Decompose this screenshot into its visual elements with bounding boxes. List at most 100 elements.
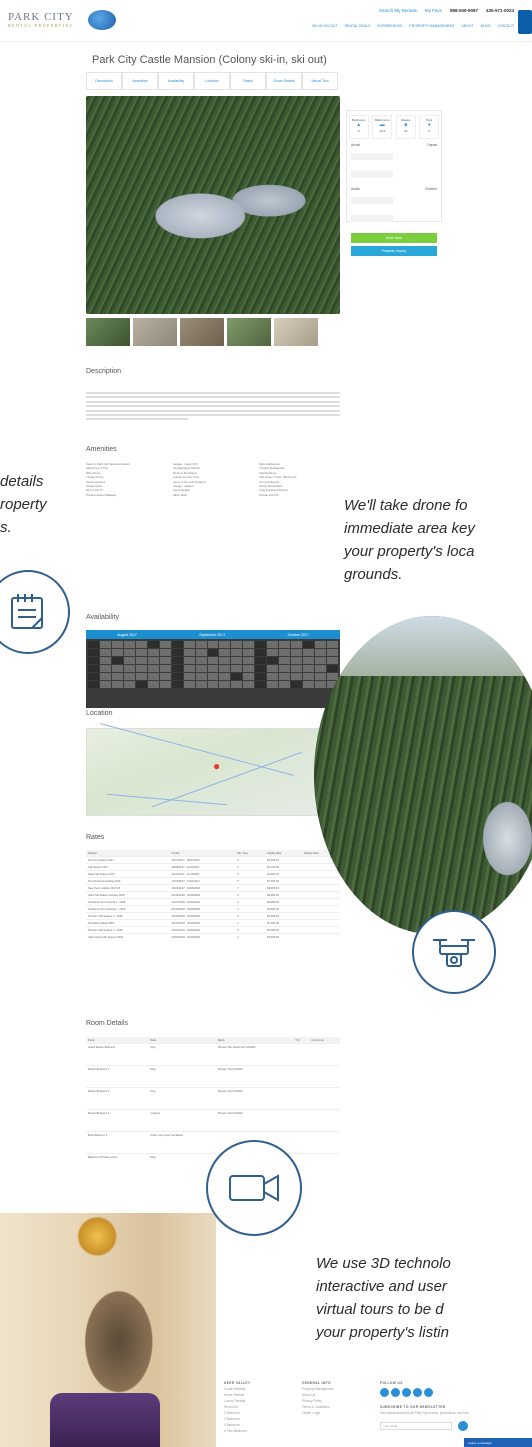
thumbnail[interactable] [86, 318, 130, 346]
calendar-day[interactable] [291, 665, 303, 672]
calendar-day[interactable] [267, 681, 279, 688]
calendar-day[interactable] [159, 649, 171, 656]
calendar-day[interactable] [243, 657, 255, 664]
calendar-day[interactable] [159, 665, 171, 672]
calendar-day[interactable] [88, 649, 99, 656]
calendar-day[interactable] [88, 665, 99, 672]
calendar-day[interactable] [219, 657, 231, 664]
calendar-day[interactable] [255, 673, 267, 680]
calendar-day[interactable] [123, 681, 135, 688]
calendar-day[interactable] [171, 681, 183, 688]
calendar-day[interactable] [195, 681, 207, 688]
calendar-day[interactable] [303, 657, 315, 664]
twitter-icon[interactable] [402, 1388, 411, 1397]
calendar-day[interactable] [279, 665, 291, 672]
chat-widget-bar[interactable]: Leave a message [464, 1438, 532, 1447]
calendar-day[interactable] [183, 673, 195, 680]
calendar-day[interactable] [171, 673, 183, 680]
calendar-day[interactable] [111, 665, 123, 672]
calendar-day[interactable] [159, 681, 171, 688]
calendar-day[interactable] [267, 641, 279, 648]
footer-link[interactable]: Owner Login [302, 1410, 334, 1416]
calendar-day[interactable] [99, 681, 111, 688]
thumbnail[interactable] [133, 318, 177, 346]
nav-item[interactable]: CONTACT [497, 24, 514, 28]
calendar-day[interactable] [315, 681, 327, 688]
calendar-day[interactable] [279, 657, 291, 664]
calendar-day[interactable] [135, 665, 147, 672]
calendar-day[interactable] [231, 681, 243, 688]
calendar-day[interactable] [195, 673, 207, 680]
calendar-day[interactable] [291, 649, 303, 656]
calendar-day[interactable] [291, 641, 303, 648]
calendar-day[interactable] [123, 657, 135, 664]
calendar-day[interactable] [111, 657, 123, 664]
phone-number-alt[interactable]: 435-571-0024 [486, 8, 514, 13]
calendar-month[interactable]: September 2017 [199, 633, 225, 637]
calendar-day[interactable] [231, 657, 243, 664]
tab-amenities[interactable]: Amenities [122, 72, 158, 90]
book-now-button[interactable]: Book Now [351, 233, 437, 243]
calendar-day[interactable] [171, 649, 183, 656]
calendar-day[interactable] [99, 641, 111, 648]
nav-item[interactable]: RENTAL DEALS [345, 24, 371, 28]
calendar-day[interactable] [88, 657, 99, 664]
calendar-day[interactable] [255, 649, 267, 656]
calendar-day[interactable] [171, 641, 183, 648]
calendar-day[interactable] [243, 681, 255, 688]
calendar-day[interactable] [291, 657, 303, 664]
calendar-day[interactable] [231, 673, 243, 680]
calendar-day[interactable] [303, 649, 315, 656]
calendar-day[interactable] [135, 681, 147, 688]
calendar-day[interactable] [243, 665, 255, 672]
calendar-day[interactable] [147, 665, 159, 672]
calendar-day[interactable] [99, 665, 111, 672]
calendar-day[interactable] [219, 681, 231, 688]
nav-item[interactable]: PROPERTY MANAGEMENT [409, 24, 454, 28]
calendar-day[interactable] [147, 657, 159, 664]
calendar-day[interactable] [231, 665, 243, 672]
arrival-input[interactable] [351, 153, 393, 160]
calendar-day[interactable] [111, 673, 123, 680]
calendar-month[interactable]: August 2017 [117, 633, 137, 637]
calendar-day[interactable] [123, 673, 135, 680]
thumbnail[interactable] [227, 318, 271, 346]
calendar-day[interactable] [291, 673, 303, 680]
calendar-day[interactable] [135, 657, 147, 664]
calendar-day[interactable] [183, 665, 195, 672]
calendar-day[interactable] [147, 641, 159, 648]
calendar-day[interactable] [183, 649, 195, 656]
thumbnail[interactable] [180, 318, 224, 346]
calendar-day[interactable] [171, 665, 183, 672]
calendar-day[interactable] [159, 673, 171, 680]
calendar-day[interactable] [267, 673, 279, 680]
calendar-day[interactable] [231, 649, 243, 656]
tab-room-details[interactable]: Room Details [266, 72, 302, 90]
calendar-day[interactable] [99, 649, 111, 656]
footer-link[interactable]: 5 Plus Bedroom [224, 1428, 250, 1434]
calendar-day[interactable] [135, 641, 147, 648]
calendar-day[interactable] [207, 657, 219, 664]
phone-number[interactable]: 888-509-9087 [450, 8, 478, 13]
calendar-day[interactable] [195, 641, 207, 648]
calendar-day[interactable] [279, 681, 291, 688]
calendar-day[interactable] [159, 641, 171, 648]
calendar-day[interactable] [88, 673, 99, 680]
calendar-day[interactable] [291, 681, 303, 688]
calendar-day[interactable] [171, 657, 183, 664]
calendar-day[interactable] [219, 665, 231, 672]
calendar-day[interactable] [207, 673, 219, 680]
thumbnail[interactable] [274, 318, 318, 346]
calendar-day[interactable] [243, 641, 255, 648]
calendar-day[interactable] [279, 649, 291, 656]
calendar-month[interactable]: October 2017 [288, 633, 309, 637]
nav-item[interactable]: SKI-IN SKI-OUT [312, 24, 337, 28]
calendar-day[interactable] [231, 641, 243, 648]
calendar-day[interactable] [195, 665, 207, 672]
calendar-day[interactable] [159, 657, 171, 664]
calendar-day[interactable] [111, 641, 123, 648]
google-plus-icon[interactable] [413, 1388, 422, 1397]
calendar-day[interactable] [303, 681, 315, 688]
calendar-day[interactable] [219, 649, 231, 656]
adults-select[interactable] [351, 197, 393, 204]
